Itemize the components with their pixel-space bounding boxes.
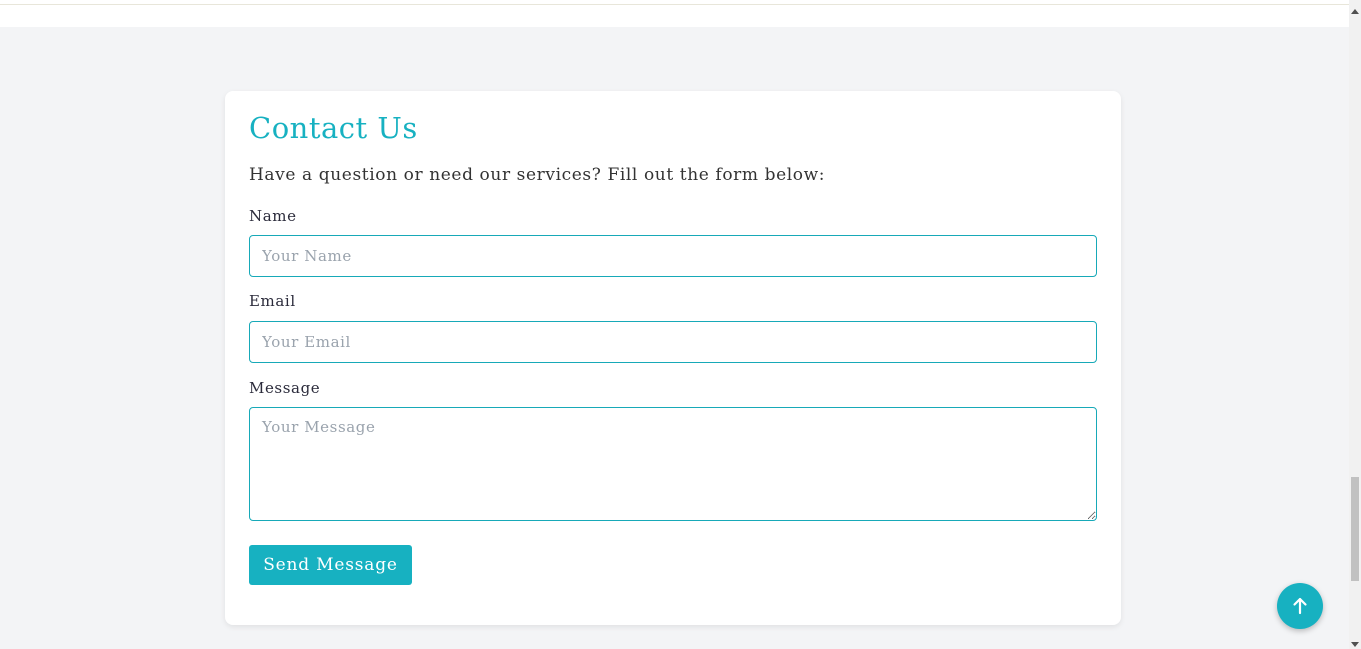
scroll-down-arrow-icon[interactable] <box>1351 642 1359 647</box>
arrow-up-icon <box>1293 597 1307 615</box>
scrollbar-thumb[interactable] <box>1351 477 1359 581</box>
page-scrollbar[interactable] <box>1349 0 1361 649</box>
message-textarea[interactable] <box>249 407 1097 521</box>
scroll-up-arrow-icon[interactable] <box>1351 9 1359 14</box>
name-label: Name <box>249 207 297 225</box>
message-label: Message <box>249 379 321 397</box>
contact-subtitle: Have a question or need our services? Fi… <box>249 165 826 185</box>
email-input[interactable] <box>249 321 1097 363</box>
name-input[interactable] <box>249 235 1097 277</box>
contact-card: Contact Us Have a question or need our s… <box>225 91 1121 625</box>
contact-title: Contact Us <box>249 111 418 145</box>
top-header-bar <box>0 0 1349 27</box>
email-label: Email <box>249 292 296 310</box>
back-to-top-button[interactable] <box>1277 583 1323 629</box>
send-message-button[interactable]: Send Message <box>249 545 412 585</box>
